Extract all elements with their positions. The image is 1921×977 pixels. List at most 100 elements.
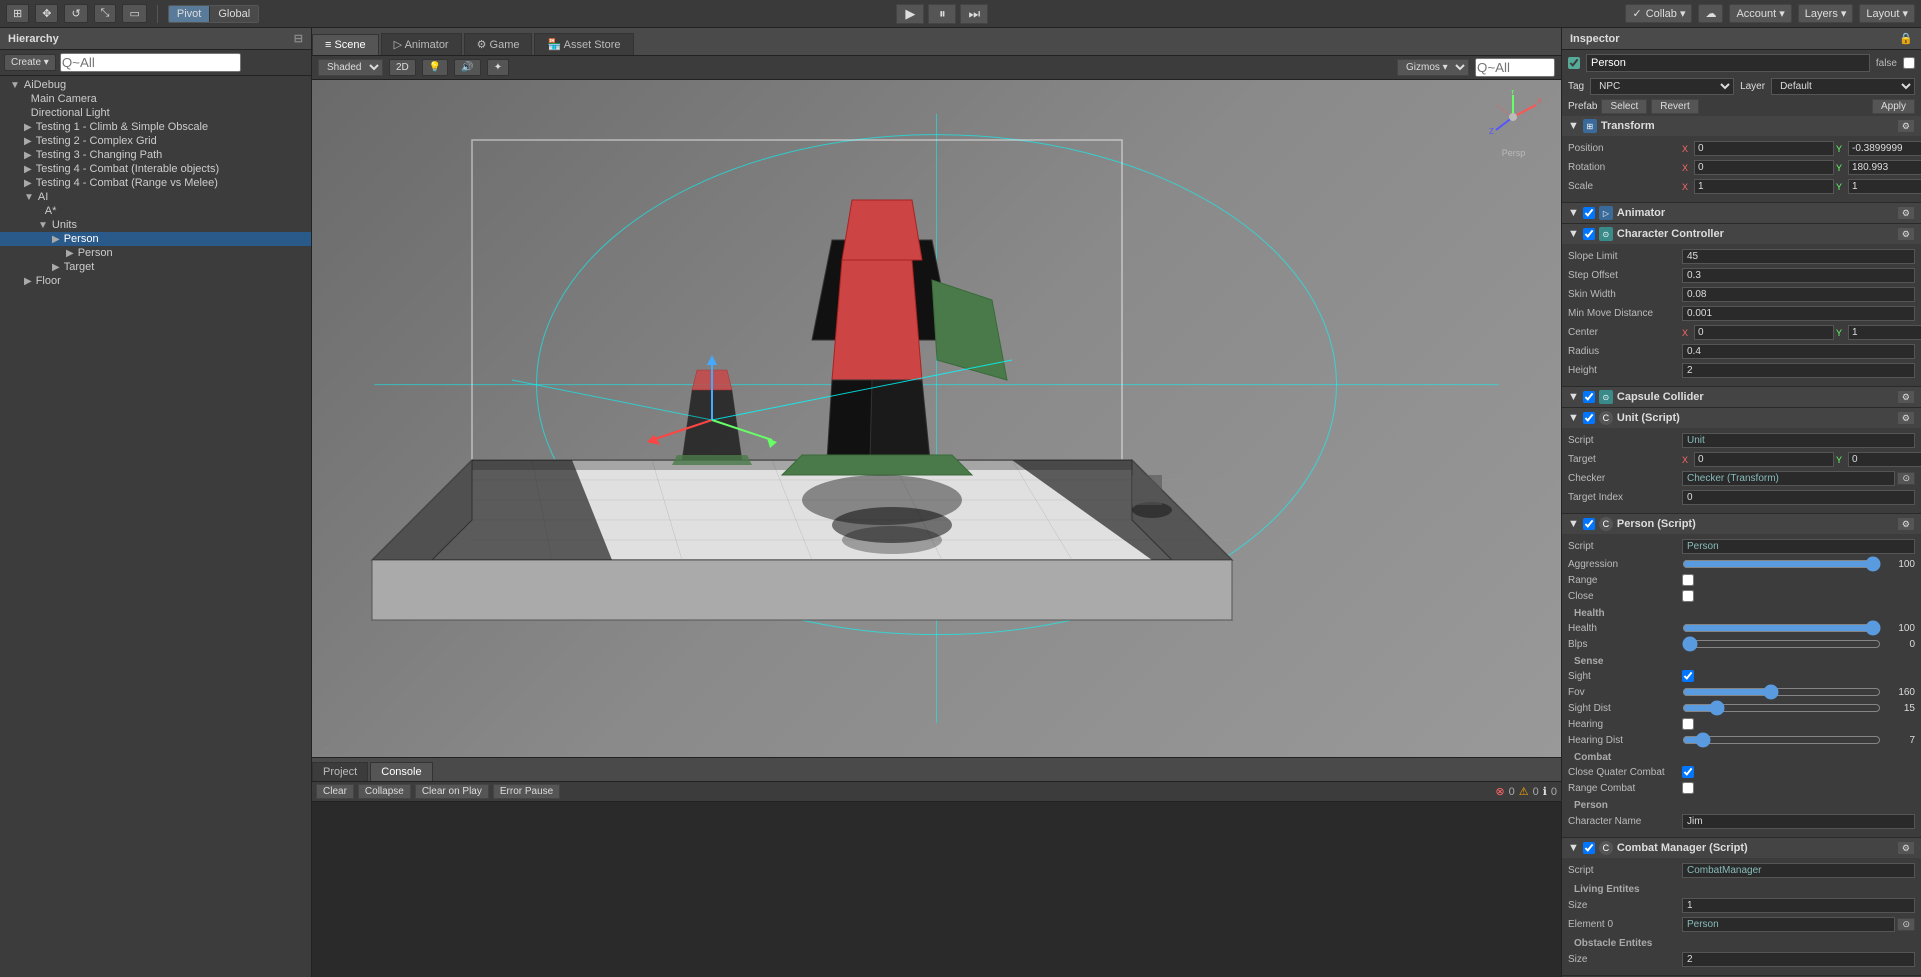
layers-dropdown[interactable]: Layers ▾ bbox=[1798, 4, 1854, 23]
layout-dropdown[interactable]: Layout ▾ bbox=[1859, 4, 1915, 23]
hierarchy-item-floor[interactable]: ▶Floor bbox=[0, 274, 311, 288]
person-checkbox[interactable] bbox=[1583, 518, 1595, 530]
capsule-header[interactable]: ▼ ⊙ Capsule Collider ⚙ bbox=[1562, 387, 1921, 407]
rot-y-input[interactable] bbox=[1848, 160, 1921, 175]
step-offset-input[interactable] bbox=[1682, 268, 1915, 283]
fov-slider[interactable] bbox=[1682, 686, 1881, 698]
transform-header[interactable]: ▼ ⊞ Transform ⚙ bbox=[1562, 116, 1921, 136]
collab-dropdown[interactable]: ✓ Collab ▾ bbox=[1625, 4, 1692, 23]
tab-console[interactable]: Console bbox=[370, 762, 432, 781]
hierarchy-item-aidebug[interactable]: ▼AiDebug bbox=[0, 78, 311, 92]
step-button[interactable]: ⏭ bbox=[960, 4, 988, 24]
unit-checkbox[interactable] bbox=[1583, 412, 1595, 424]
living-element0-input[interactable] bbox=[1682, 917, 1895, 932]
hierarchy-item-directional-light[interactable]: Directional Light bbox=[0, 106, 311, 120]
toolbar-move-btn[interactable]: ✥ bbox=[35, 4, 58, 23]
hierarchy-item-testing3[interactable]: ▶Testing 3 - Changing Path bbox=[0, 148, 311, 162]
play-button[interactable]: ▶ bbox=[896, 4, 924, 24]
toolbar-scale-btn[interactable]: ⤡ bbox=[94, 4, 117, 23]
sound-button[interactable]: 🔊 bbox=[454, 59, 480, 76]
hierarchy-item-units[interactable]: ▼Units bbox=[0, 218, 311, 232]
slope-limit-input[interactable] bbox=[1682, 249, 1915, 264]
cc-header[interactable]: ▼ ⊙ Character Controller ⚙ bbox=[1562, 224, 1921, 244]
effects-button[interactable]: ✦ bbox=[487, 59, 509, 76]
capsule-settings-icon[interactable]: ⚙ bbox=[1897, 390, 1915, 404]
pos-x-input[interactable] bbox=[1694, 141, 1834, 156]
hierarchy-item-main-camera[interactable]: Main Camera bbox=[0, 92, 311, 106]
cm-settings-icon[interactable]: ⚙ bbox=[1897, 841, 1915, 855]
scene-viewport[interactable]: X Y Z Persp ← bbox=[312, 80, 1561, 757]
living-element0-pick-btn[interactable]: ⊙ bbox=[1897, 918, 1915, 931]
tab-animator[interactable]: ▷ Animator bbox=[381, 33, 462, 55]
tab-game[interactable]: ⚙ Game bbox=[464, 33, 533, 55]
hearing-dist-slider[interactable] bbox=[1682, 734, 1881, 746]
checker-input[interactable] bbox=[1682, 471, 1895, 486]
skin-width-input[interactable] bbox=[1682, 287, 1915, 302]
tab-scene[interactable]: ≡ Scene bbox=[312, 34, 379, 55]
scene-search-input[interactable] bbox=[1475, 58, 1555, 77]
unit-script-input[interactable] bbox=[1682, 433, 1915, 448]
aggression-slider[interactable] bbox=[1682, 558, 1881, 570]
checker-pick-btn[interactable]: ⊙ bbox=[1897, 472, 1915, 485]
living-size-input[interactable] bbox=[1682, 898, 1915, 913]
obstacle-size-input[interactable] bbox=[1682, 952, 1915, 967]
object-active-checkbox[interactable] bbox=[1568, 57, 1580, 69]
tab-project[interactable]: Project bbox=[312, 762, 368, 781]
hierarchy-item-person2[interactable]: ▶Person bbox=[0, 246, 311, 260]
target-index-input[interactable] bbox=[1682, 490, 1915, 505]
shaded-select[interactable]: Shaded bbox=[318, 59, 383, 76]
tgt-x-input[interactable] bbox=[1694, 452, 1834, 467]
pause-button[interactable]: ⏸ bbox=[928, 4, 956, 24]
unit-header[interactable]: ▼ C Unit (Script) ⚙ bbox=[1562, 408, 1921, 428]
cc-checkbox[interactable] bbox=[1583, 228, 1595, 240]
cm-header[interactable]: ▼ C Combat Manager (Script) ⚙ bbox=[1562, 838, 1921, 858]
capsule-checkbox[interactable] bbox=[1583, 391, 1595, 403]
apply-button[interactable]: Apply bbox=[1872, 99, 1915, 114]
toolbar-rect-btn[interactable]: ▭ bbox=[122, 4, 146, 23]
pivot-button[interactable]: Pivot bbox=[169, 6, 210, 22]
min-move-input[interactable] bbox=[1682, 306, 1915, 321]
hierarchy-item-person1[interactable]: ▶Person bbox=[0, 232, 311, 246]
hierarchy-item-testing4b[interactable]: ▶Testing 4 - Combat (Range vs Melee) bbox=[0, 176, 311, 190]
clear-on-play-button[interactable]: Clear on Play bbox=[415, 784, 489, 799]
animator-header[interactable]: ▼ ▷ Animator ⚙ bbox=[1562, 203, 1921, 223]
radius-input[interactable] bbox=[1682, 344, 1915, 359]
hierarchy-create-btn[interactable]: Create ▾ bbox=[4, 54, 56, 71]
account-dropdown[interactable]: Account ▾ bbox=[1729, 4, 1791, 23]
static-checkbox[interactable] bbox=[1903, 57, 1915, 69]
sight-checkbox[interactable] bbox=[1682, 670, 1694, 682]
hierarchy-item-testing2[interactable]: ▶Testing 2 - Complex Grid bbox=[0, 134, 311, 148]
cloud-icon[interactable]: ☁ bbox=[1698, 4, 1723, 23]
scale-x-input[interactable] bbox=[1694, 179, 1834, 194]
hierarchy-search-input[interactable] bbox=[60, 53, 241, 72]
center-x-input[interactable] bbox=[1694, 325, 1834, 340]
tgt-y-input[interactable] bbox=[1848, 452, 1921, 467]
rot-x-input[interactable] bbox=[1694, 160, 1834, 175]
error-pause-button[interactable]: Error Pause bbox=[493, 784, 560, 799]
pos-y-input[interactable] bbox=[1848, 141, 1921, 156]
close-checkbox[interactable] bbox=[1682, 590, 1694, 602]
center-y-input[interactable] bbox=[1848, 325, 1921, 340]
animator-settings-icon[interactable]: ⚙ bbox=[1897, 206, 1915, 220]
blps-slider[interactable] bbox=[1682, 638, 1881, 650]
layer-select[interactable]: Default bbox=[1771, 78, 1915, 95]
collapse-button[interactable]: Collapse bbox=[358, 784, 411, 799]
tag-select[interactable]: NPC bbox=[1590, 78, 1734, 95]
toolbar-rotate-btn[interactable]: ↺ bbox=[64, 4, 87, 23]
global-button[interactable]: Global bbox=[210, 6, 258, 22]
char-name-input[interactable] bbox=[1682, 814, 1915, 829]
cm-checkbox[interactable] bbox=[1583, 842, 1595, 854]
hierarchy-item-testing1[interactable]: ▶Testing 1 - Climb & Simple Obscale bbox=[0, 120, 311, 134]
hierarchy-item-ai[interactable]: ▼AI bbox=[0, 190, 311, 204]
person-settings-icon[interactable]: ⚙ bbox=[1897, 517, 1915, 531]
health-slider[interactable] bbox=[1682, 622, 1881, 634]
close-quater-checkbox[interactable] bbox=[1682, 766, 1694, 778]
hierarchy-item-astar[interactable]: A* bbox=[0, 204, 311, 218]
hierarchy-item-testing4a[interactable]: ▶Testing 4 - Combat (Interable objects) bbox=[0, 162, 311, 176]
height-input[interactable] bbox=[1682, 363, 1915, 378]
person-header[interactable]: ▼ C Person (Script) ⚙ bbox=[1562, 514, 1921, 534]
range-combat-checkbox[interactable] bbox=[1682, 782, 1694, 794]
object-name-input[interactable] bbox=[1586, 54, 1870, 72]
transform-settings-icon[interactable]: ⚙ bbox=[1897, 119, 1915, 133]
2d-button[interactable]: 2D bbox=[389, 59, 416, 76]
